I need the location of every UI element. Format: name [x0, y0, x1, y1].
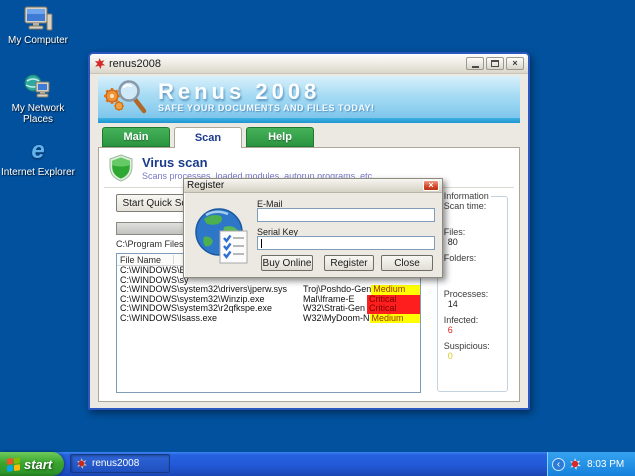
renus-app-icon — [76, 458, 87, 469]
column-separator — [173, 255, 174, 264]
scan-title: Virus scan — [142, 155, 375, 170]
serial-key-field[interactable] — [257, 236, 435, 250]
minimize-icon — [472, 66, 479, 68]
dialog-title: Register — [187, 180, 423, 191]
buy-online-button[interactable]: Buy Online — [261, 255, 313, 271]
banner-title: Renus 2008 — [158, 81, 375, 103]
tray-collapse-button[interactable]: ‹ — [552, 458, 565, 471]
register-dialog: Register × E-Mail Serial Key Buy Online … — [183, 178, 443, 278]
my-computer-icon — [0, 4, 76, 32]
desktop-icon-my-computer[interactable]: My Computer — [0, 4, 76, 46]
my-network-places-icon — [0, 72, 76, 100]
shield-icon — [108, 154, 134, 182]
system-tray: ‹ 8:03 PM — [547, 452, 635, 476]
tab-bar: Main Scan Help — [98, 127, 520, 147]
close-icon: × — [512, 59, 517, 68]
information-legend: Information — [442, 191, 491, 201]
taskbar: start renus2008 ‹ 8:03 PM — [0, 452, 635, 476]
taskbar-item-renus2008[interactable]: renus2008 — [70, 454, 170, 473]
renus-tray-icon[interactable] — [569, 458, 581, 470]
file-row[interactable]: C:\WINDOWS\lsass.exe W32\MyDoom-N Medium — [117, 314, 420, 324]
text-caret — [261, 239, 262, 248]
close-button[interactable]: × — [506, 57, 524, 70]
maximize-button[interactable] — [486, 57, 504, 70]
info-files: Files: 80 — [444, 227, 503, 247]
register-button[interactable]: Register — [324, 255, 374, 271]
minimize-button[interactable] — [466, 57, 484, 70]
close-dialog-button[interactable]: Close — [381, 255, 433, 271]
banner-logo-icon — [104, 78, 148, 116]
renus-app-icon — [94, 58, 105, 69]
app-banner: Renus 2008 SAFE YOUR DOCUMENTS AND FILES… — [98, 76, 520, 118]
severity-badge: Medium — [370, 314, 420, 324]
windows-logo-icon — [7, 457, 20, 471]
dialog-close-button[interactable]: × — [423, 180, 439, 191]
desktop-icon-internet-explorer[interactable]: e Internet Explorer — [0, 136, 76, 178]
banner-subtitle: SAFE YOUR DOCUMENTS AND FILES TODAY! — [158, 103, 375, 113]
info-processes: Processes: 14 — [444, 289, 503, 309]
dialog-titlebar[interactable]: Register × — [184, 179, 442, 193]
info-suspicious: Suspicious: 0 — [444, 341, 503, 361]
taskbar-clock[interactable]: 8:03 PM — [587, 459, 624, 470]
info-scan-time: Scan time: — [444, 201, 503, 221]
close-icon: × — [428, 181, 433, 190]
globe-checklist-icon — [194, 207, 250, 265]
maximize-icon — [491, 60, 499, 67]
info-folders: Folders: — [444, 253, 503, 273]
information-groupbox: Information Scan time: Files: 80 Folders… — [437, 196, 508, 392]
start-button[interactable]: start — [0, 452, 64, 476]
tab-main[interactable]: Main — [102, 127, 170, 147]
desktop-icon-label: Internet Explorer — [0, 167, 76, 178]
taskbar-item-label: renus2008 — [92, 458, 139, 469]
desktop-icon-my-network-places[interactable]: My Network Places — [0, 72, 76, 125]
tab-help[interactable]: Help — [246, 127, 314, 147]
banner-strip — [98, 118, 520, 123]
start-button-label: start — [24, 457, 52, 472]
info-infected: Infected: 6 — [444, 315, 503, 335]
window-title: renus2008 — [109, 58, 464, 70]
desktop-icon-label: My Network Places — [0, 103, 76, 125]
window-titlebar[interactable]: renus2008 × — [90, 54, 528, 74]
chevron-left-icon: ‹ — [557, 459, 560, 470]
internet-explorer-icon: e — [0, 136, 76, 164]
email-field[interactable] — [257, 208, 435, 222]
desktop-icon-label: My Computer — [0, 35, 76, 46]
tab-scan[interactable]: Scan — [174, 127, 242, 148]
